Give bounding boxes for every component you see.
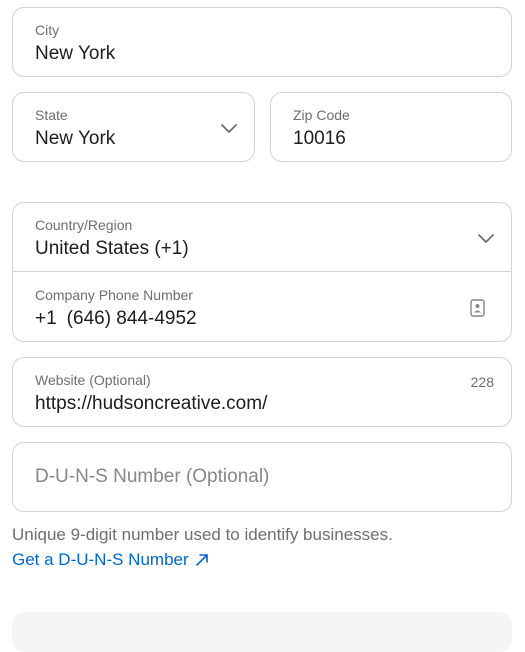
zip-value[interactable]: 10016 [293, 128, 346, 150]
external-link-arrow-icon [195, 554, 208, 566]
website-field[interactable]: Website (Optional) 228 https://hudsoncre… [12, 357, 512, 427]
duns-placeholder[interactable]: D-U-N-S Number (Optional) [35, 466, 269, 488]
state-select[interactable]: State New York [12, 92, 255, 162]
country-value[interactable]: United States (+1) [35, 238, 189, 260]
state-label: State [35, 107, 68, 123]
character-counter: 228 [470, 374, 494, 390]
get-duns-link[interactable]: Get a D-U-N-S Number [12, 550, 209, 570]
duns-helper-text: Unique 9-digit number used to identify b… [12, 525, 393, 544]
country-select[interactable]: Country/Region United States (+1) [13, 203, 511, 271]
phone-value-wrap[interactable]: +1 (646) 844-4952 [35, 308, 197, 330]
city-value[interactable]: New York [35, 43, 115, 65]
phone-field[interactable]: Company Phone Number +1 (646) 844-4952 [13, 272, 511, 342]
duns-field[interactable]: D-U-N-S Number (Optional) [12, 442, 512, 512]
phone-value[interactable]: (646) 844-4952 [67, 308, 197, 329]
state-value[interactable]: New York [35, 128, 115, 150]
contact-card-icon[interactable] [470, 299, 485, 317]
next-section-card [12, 612, 512, 652]
zip-field[interactable]: Zip Code 10016 [270, 92, 512, 162]
city-label: City [35, 22, 60, 38]
chevron-down-icon[interactable] [477, 232, 495, 244]
phone-country-code: +1 [35, 308, 57, 329]
get-duns-link-label[interactable]: Get a D-U-N-S Number [12, 550, 189, 569]
country-label: Country/Region [35, 217, 133, 233]
city-field[interactable]: City New York [12, 7, 512, 77]
website-value[interactable]: https://hudsoncreative.com/ [35, 393, 267, 415]
phone-label: Company Phone Number [35, 287, 193, 303]
chevron-down-icon[interactable] [220, 122, 238, 134]
website-label: Website (Optional) [35, 372, 151, 388]
country-phone-group: Country/Region United States (+1) Compan… [12, 202, 512, 342]
zip-label: Zip Code [293, 107, 350, 123]
